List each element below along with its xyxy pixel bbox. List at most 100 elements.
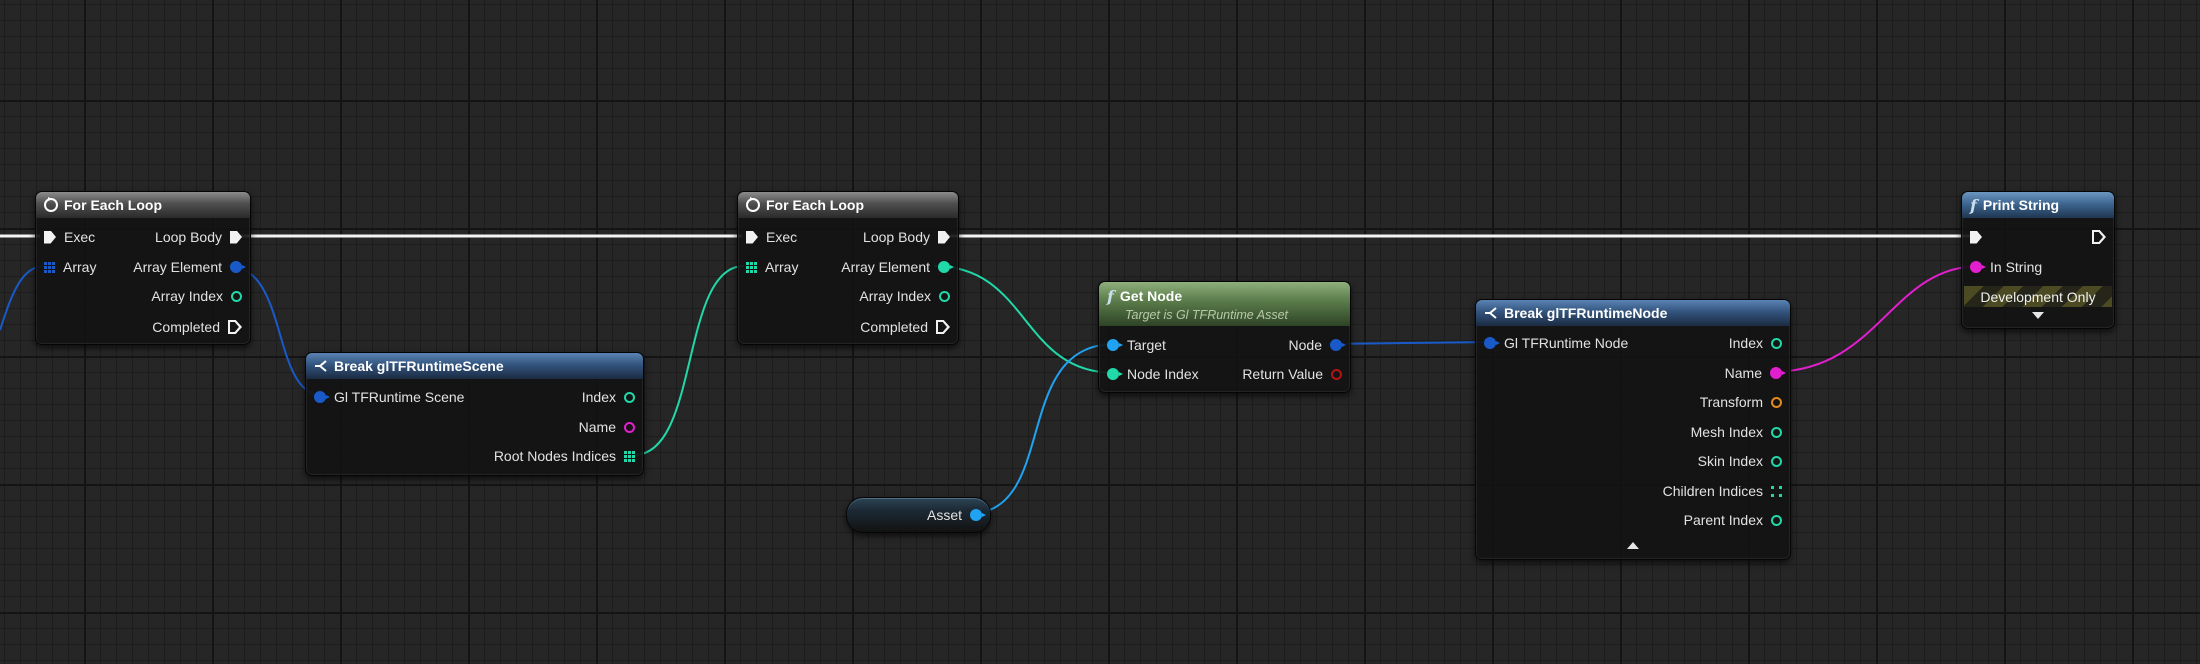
- exec-in-pin[interactable]: Exec: [746, 227, 797, 247]
- integer-pin-icon[interactable]: [938, 261, 950, 273]
- exec-pin-icon[interactable]: [44, 230, 56, 244]
- asset-wire[interactable]: [967, 343, 1116, 515]
- loop-body-pin[interactable]: Loop Body: [155, 227, 242, 247]
- node-index-pin[interactable]: Node Index: [1107, 364, 1199, 384]
- loop-icon: [44, 198, 58, 212]
- name-pin-icon[interactable]: [624, 421, 635, 433]
- node-index-wire[interactable]: [933, 265, 1116, 374]
- struct-pin-icon[interactable]: [1330, 339, 1342, 351]
- children-indices-pin[interactable]: Children Indices: [1663, 481, 1782, 501]
- node-subtitle: Target is Gl TFRuntime Asset: [1125, 307, 1289, 322]
- array-element-pin[interactable]: Array Element: [133, 257, 242, 277]
- array-index-pin[interactable]: Array Index: [859, 286, 950, 306]
- print-string-node[interactable]: f Print String In String Development Onl…: [1961, 191, 2115, 329]
- break-gltf-runtime-node-node[interactable]: Break glTFRuntimeNode Gl TFRuntime Node …: [1475, 299, 1791, 560]
- integer-pin-icon[interactable]: [1771, 426, 1782, 438]
- pin-label: Node: [1288, 337, 1322, 353]
- integer-pin-icon[interactable]: [231, 290, 242, 302]
- exec-pin-icon[interactable]: [228, 320, 242, 334]
- scene-pin[interactable]: Gl TFRuntime Scene: [314, 387, 464, 407]
- name-wire[interactable]: [1770, 265, 1981, 373]
- exec-pin-icon[interactable]: [746, 230, 758, 244]
- root-nodes-wire[interactable]: [633, 265, 745, 456]
- array-grid-icon[interactable]: [44, 261, 55, 273]
- exec-pin-icon[interactable]: [936, 320, 950, 334]
- array-pin[interactable]: Array: [44, 257, 96, 277]
- collapse-arrow-icon[interactable]: [1627, 542, 1639, 549]
- pin-label: Target: [1127, 337, 1166, 353]
- array-element-pin[interactable]: Array Element: [841, 257, 950, 277]
- exec-in-pin[interactable]: Exec: [44, 227, 95, 247]
- parent-index-pin[interactable]: Parent Index: [1684, 510, 1782, 530]
- node-header[interactable]: For Each Loop: [738, 192, 958, 218]
- array-grid-icon[interactable]: [746, 261, 757, 273]
- for-each-loop-node-1[interactable]: For Each Loop Exec Loop Body Array Array…: [35, 191, 251, 345]
- struct-pin-icon[interactable]: [1484, 337, 1496, 349]
- expand-arrow-icon[interactable]: [2032, 312, 2044, 319]
- struct-pin-icon[interactable]: [230, 261, 242, 273]
- pin-label: Name: [578, 419, 616, 435]
- node-header[interactable]: f Get Node Target is Gl TFRuntime Asset: [1099, 282, 1350, 326]
- string-pin-icon[interactable]: [1970, 261, 1982, 273]
- exec-pin-icon[interactable]: [230, 230, 242, 244]
- pin-label: Mesh Index: [1690, 424, 1763, 440]
- index-pin[interactable]: Index: [1729, 333, 1782, 353]
- pin-label: Completed: [152, 319, 220, 335]
- asset-pin[interactable]: Asset: [927, 505, 982, 525]
- completed-pin[interactable]: Completed: [860, 317, 950, 337]
- for-each-loop-node-2[interactable]: For Each Loop Exec Loop Body Array Array…: [737, 191, 959, 345]
- node-header[interactable]: f Print String: [1962, 192, 2114, 218]
- runtime-node-pin[interactable]: Gl TFRuntime Node: [1484, 333, 1628, 353]
- node-title: For Each Loop: [766, 197, 864, 213]
- pin-label: Index: [1728, 335, 1763, 351]
- object-pin-icon[interactable]: [970, 509, 982, 521]
- loop-icon: [746, 198, 760, 212]
- asset-variable-node[interactable]: Asset: [846, 497, 991, 533]
- name-pin[interactable]: Name: [1725, 363, 1782, 383]
- struct-pin-icon[interactable]: [314, 391, 326, 403]
- return-value-pin[interactable]: Return Value: [1242, 364, 1342, 384]
- break-gltf-runtime-scene-node[interactable]: Break glTFRuntimeScene Gl TFRuntime Scen…: [305, 352, 644, 476]
- node-out-pin[interactable]: Node: [1289, 335, 1342, 355]
- array-grid-icon[interactable]: [1771, 485, 1782, 497]
- node-header[interactable]: For Each Loop: [36, 192, 250, 218]
- integer-pin-icon[interactable]: [624, 391, 635, 403]
- node-header[interactable]: Break glTFRuntimeNode: [1476, 300, 1790, 326]
- index-pin[interactable]: Index: [582, 387, 635, 407]
- integer-pin-icon[interactable]: [1771, 337, 1782, 349]
- pin-label: Return Value: [1242, 366, 1323, 382]
- exec-pin-icon[interactable]: [1970, 230, 1982, 244]
- node-wire[interactable]: [1327, 341, 1495, 345]
- mesh-index-pin[interactable]: Mesh Index: [1691, 422, 1782, 442]
- integer-pin-icon[interactable]: [1771, 455, 1782, 467]
- get-node-function-node[interactable]: f Get Node Target is Gl TFRuntime Asset …: [1098, 281, 1351, 393]
- transform-pin[interactable]: Transform: [1700, 392, 1782, 412]
- bool-pin-icon[interactable]: [1331, 368, 1342, 380]
- integer-pin-icon[interactable]: [939, 290, 950, 302]
- exec-out-pin[interactable]: [2092, 227, 2106, 247]
- object-pin-icon[interactable]: [1107, 339, 1119, 351]
- array-index-pin[interactable]: Array Index: [151, 286, 242, 306]
- in-string-pin[interactable]: In String: [1970, 257, 2042, 277]
- integer-pin-icon[interactable]: [1771, 514, 1782, 526]
- completed-pin[interactable]: Completed: [152, 317, 242, 337]
- node-header[interactable]: Break glTFRuntimeScene: [306, 353, 643, 379]
- loop-body-pin[interactable]: Loop Body: [863, 227, 950, 247]
- name-pin[interactable]: Name: [579, 417, 635, 437]
- exec-in-pin[interactable]: [1970, 227, 1982, 247]
- node-title: Break glTFRuntimeNode: [1504, 305, 1668, 321]
- array-grid-icon[interactable]: [624, 450, 635, 462]
- pin-label: Root Nodes Indices: [493, 448, 616, 464]
- array-pin[interactable]: Array: [746, 257, 798, 277]
- pin-label: Loop Body: [155, 229, 222, 245]
- pin-label: Transform: [1699, 394, 1763, 410]
- variable-label: Asset: [926, 507, 962, 523]
- exec-pin-icon[interactable]: [2092, 230, 2106, 244]
- transform-pin-icon[interactable]: [1771, 396, 1782, 408]
- root-nodes-indices-pin[interactable]: Root Nodes Indices: [494, 446, 635, 466]
- integer-pin-icon[interactable]: [1107, 368, 1119, 380]
- name-pin-icon[interactable]: [1770, 367, 1782, 379]
- target-pin[interactable]: Target: [1107, 335, 1166, 355]
- exec-pin-icon[interactable]: [938, 230, 950, 244]
- skin-index-pin[interactable]: Skin Index: [1698, 451, 1782, 471]
